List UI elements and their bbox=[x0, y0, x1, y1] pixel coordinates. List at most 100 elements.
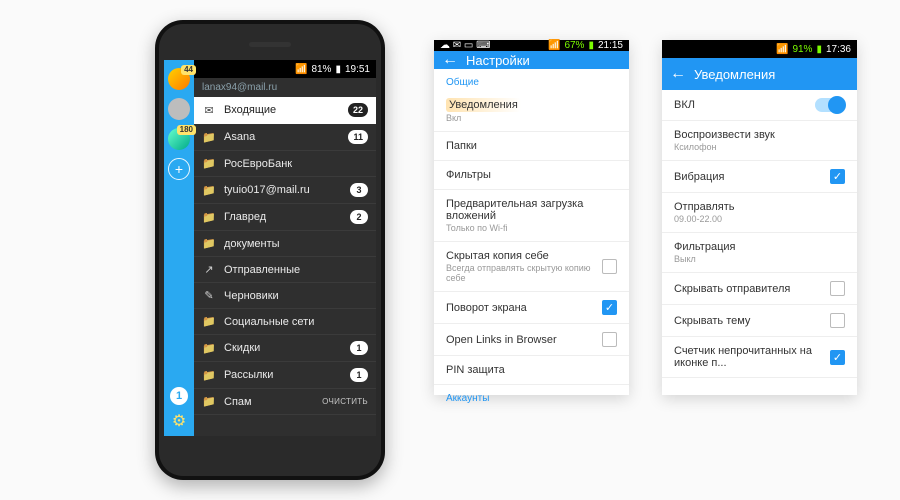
appbar-title: Настройки bbox=[466, 53, 530, 68]
folder-icon: 📁 bbox=[202, 211, 216, 224]
app-bar: ← Уведомления bbox=[662, 58, 857, 90]
checkbox[interactable]: ✓ bbox=[830, 169, 845, 184]
folder-item-2[interactable]: 📁 РосЕвроБанк bbox=[194, 151, 376, 177]
notif-row-0[interactable]: Воспроизвести звукКсилофон bbox=[662, 121, 857, 161]
toggle-switch[interactable] bbox=[815, 98, 845, 112]
row-subtitle: Только по Wi-fi bbox=[446, 223, 617, 233]
notif-row-3[interactable]: ФильтрацияВыкл bbox=[662, 233, 857, 273]
folder-icon: 📁 bbox=[202, 184, 216, 197]
row-title: Скрывать тему bbox=[674, 315, 830, 327]
folder-item-4[interactable]: 📁Главред2 bbox=[194, 204, 376, 231]
folder-icon: 📁 bbox=[202, 131, 216, 144]
row-title: Вибрация bbox=[674, 171, 830, 183]
battery-icon: ▮ bbox=[588, 40, 594, 51]
app-bar: ← Настройки bbox=[434, 51, 629, 69]
section-general: Общие bbox=[434, 69, 629, 90]
row-subtitle: Ксилофон bbox=[674, 142, 845, 152]
back-icon[interactable]: ← bbox=[442, 51, 458, 69]
folder-icon: 📁 bbox=[202, 395, 216, 408]
folder-item-7[interactable]: ✎Черновики bbox=[194, 283, 376, 309]
folder-item-5[interactable]: 📁документы bbox=[194, 231, 376, 257]
row-title: Поворот экрана bbox=[446, 302, 602, 314]
checkbox[interactable] bbox=[602, 332, 617, 347]
folder-label: документы bbox=[224, 238, 368, 250]
row-title: Отправлять bbox=[674, 201, 845, 213]
settings-row-3[interactable]: Предварительная загрузка вложенийТолько … bbox=[434, 190, 629, 242]
checkbox[interactable]: ✓ bbox=[830, 350, 845, 365]
status-time: 19:51 bbox=[345, 64, 370, 75]
rail-unread-badge[interactable]: 1 bbox=[170, 387, 188, 405]
notif-row-2[interactable]: Отправлять09.00-22.00 bbox=[662, 193, 857, 233]
settings-row-5[interactable]: Поворот экрана✓ bbox=[434, 292, 629, 324]
row-title: Счетчик непрочитанных на иконке п... bbox=[674, 345, 830, 369]
row-title: Open Links in Browser bbox=[446, 334, 602, 346]
folder-label: tyuio017@mail.ru bbox=[224, 184, 342, 196]
row-subtitle: 09.00-22.00 bbox=[674, 214, 845, 224]
folder-label: Asana bbox=[224, 131, 340, 143]
folder-icon: 📁 bbox=[202, 342, 216, 355]
folder-item-11[interactable]: 📁СпамОЧИСТИТЬ bbox=[194, 389, 376, 415]
settings-row-2[interactable]: Фильтры bbox=[434, 161, 629, 190]
status-bar: 📶 91% ▮ 17:36 bbox=[662, 40, 857, 58]
folder-item-1[interactable]: 📁 Asana 11 bbox=[194, 124, 376, 151]
folder-item-3[interactable]: 📁tyuio017@mail.ru3 bbox=[194, 177, 376, 204]
folder-item-8[interactable]: 📁 Социальные сети bbox=[194, 309, 376, 335]
battery-icon: ▮ bbox=[335, 64, 341, 75]
notif-row-5[interactable]: Скрывать тему bbox=[662, 305, 857, 337]
compose-button[interactable]: + bbox=[168, 158, 190, 180]
folder-item-9[interactable]: 📁Скидки1 bbox=[194, 335, 376, 362]
battery-icon: ▮ bbox=[816, 44, 822, 55]
row-subtitle: Вкл bbox=[446, 113, 617, 123]
signal-icon: 📶 bbox=[548, 40, 560, 51]
clear-link[interactable]: ОЧИСТИТЬ bbox=[322, 397, 368, 406]
folder-item-10[interactable]: 📁Рассылки1 bbox=[194, 362, 376, 389]
checkbox[interactable]: ✓ bbox=[602, 300, 617, 315]
folder-icon: 📁 bbox=[202, 369, 216, 382]
folder-label: Социальные сети bbox=[224, 316, 368, 328]
rail-avatar-0[interactable]: 44 bbox=[168, 68, 190, 90]
settings-row-7[interactable]: PIN защита bbox=[434, 356, 629, 385]
gear-icon[interactable]: ⚙ bbox=[172, 411, 186, 431]
row-title: Воспроизвести звук bbox=[674, 129, 845, 141]
row-title: Скрытая копия себе bbox=[446, 250, 602, 262]
folder-label: Черновики bbox=[224, 290, 368, 302]
folder-item-6[interactable]: ↗ Отправленные bbox=[194, 257, 376, 283]
folder-icon: 📁 bbox=[202, 157, 216, 170]
status-bar: ☁ ✉ ▭ ⌨ 📶 67% ▮ 21:15 bbox=[434, 40, 629, 51]
checkbox[interactable] bbox=[830, 313, 845, 328]
settings-row-6[interactable]: Open Links in Browser bbox=[434, 324, 629, 356]
notif-row-4[interactable]: Скрывать отправителя bbox=[662, 273, 857, 305]
checkbox[interactable] bbox=[830, 281, 845, 296]
folder-label: РосЕвроБанк bbox=[224, 158, 368, 170]
phone2-screen: ☁ ✉ ▭ ⌨ 📶 67% ▮ 21:15 ← Настройки Общие … bbox=[434, 40, 629, 395]
checkbox[interactable] bbox=[602, 259, 617, 274]
notifications-master-toggle-row[interactable]: ВКЛ bbox=[662, 90, 857, 121]
row-subtitle: Выкл bbox=[674, 254, 845, 264]
phone1-screen: 44 180 + 1 ⚙ bbox=[164, 60, 376, 436]
folder-label: Главред bbox=[224, 211, 342, 223]
folder-icon: 📁 bbox=[202, 315, 216, 328]
signal-icon: 📶 bbox=[295, 64, 307, 75]
row-title: PIN защита bbox=[446, 364, 617, 376]
folder-badge: 1 bbox=[350, 341, 368, 355]
folder-label: Рассылки bbox=[224, 369, 342, 381]
notif-row-1[interactable]: Вибрация✓ bbox=[662, 161, 857, 193]
signal-icon: 📶 bbox=[776, 44, 788, 55]
folder-badge: 11 bbox=[348, 130, 368, 144]
rail-avatar-1[interactable] bbox=[168, 98, 190, 120]
battery-pct: 67% bbox=[564, 40, 584, 51]
folder-label: Отправленные bbox=[224, 264, 368, 276]
account-email[interactable]: lanax94@mail.ru bbox=[194, 78, 376, 97]
status-bar: 📶 81% ▮ 19:51 bbox=[194, 60, 376, 78]
folder-badge: 22 bbox=[348, 103, 368, 117]
folder-item-0[interactable]: ✉Входящие22 bbox=[194, 97, 376, 124]
rail-avatar-2[interactable]: 180 bbox=[168, 128, 190, 150]
settings-row-0[interactable]: УведомленияВкл bbox=[434, 90, 629, 132]
settings-row-4[interactable]: Скрытая копия себеВсегда отправлять скры… bbox=[434, 242, 629, 292]
settings-row-1[interactable]: Папки bbox=[434, 132, 629, 161]
section-accounts: Аккаунты bbox=[434, 385, 629, 406]
back-icon[interactable]: ← bbox=[670, 65, 686, 83]
folder-icon: ↗ bbox=[202, 263, 216, 276]
rail-avatar-badge-0: 44 bbox=[181, 65, 196, 75]
notif-row-6[interactable]: Счетчик непрочитанных на иконке п...✓ bbox=[662, 337, 857, 378]
